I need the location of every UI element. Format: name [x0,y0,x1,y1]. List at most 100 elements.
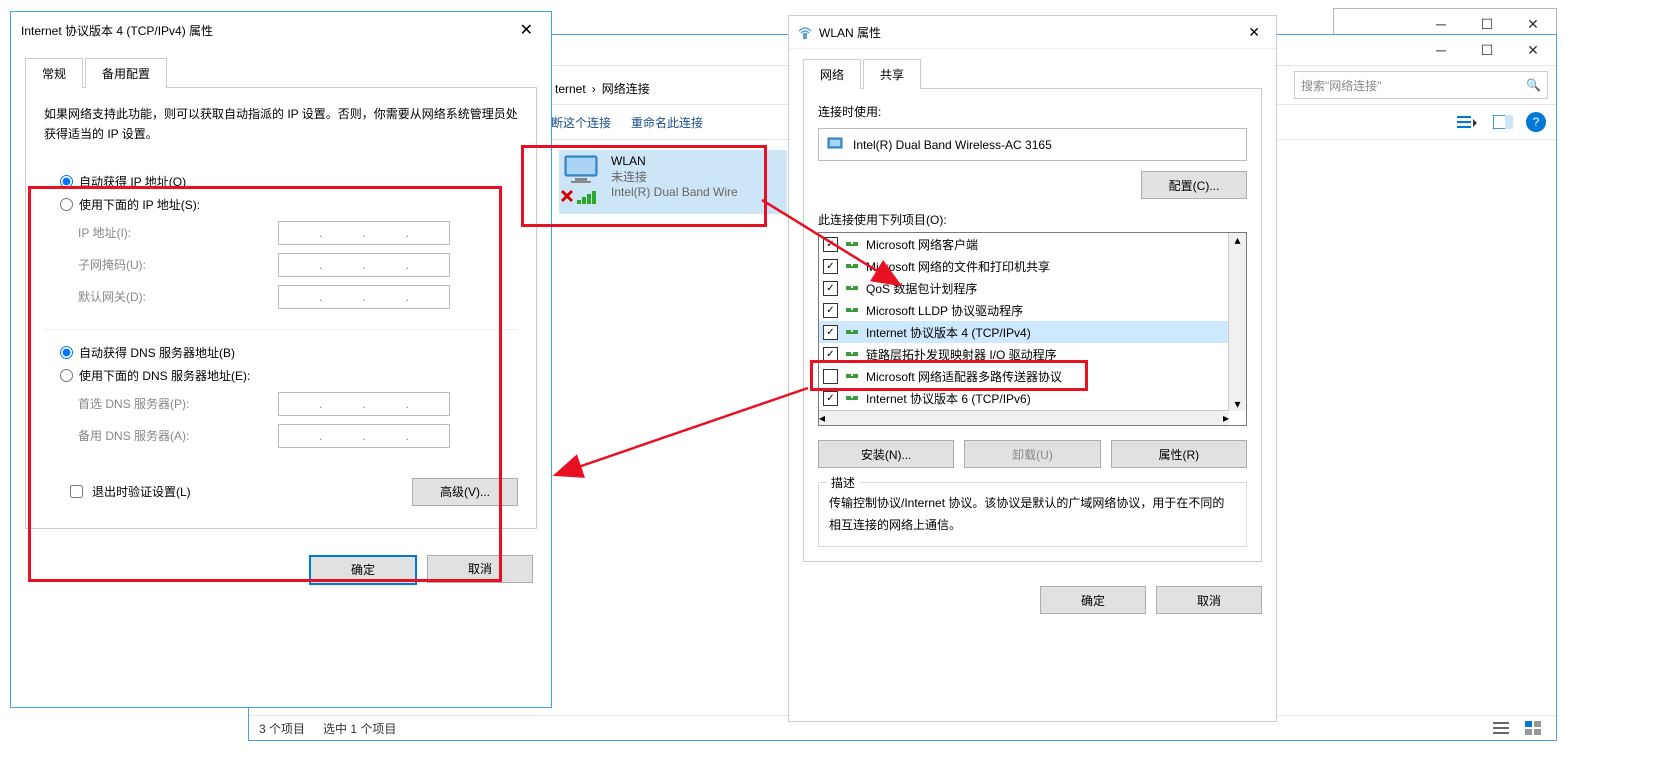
ipv4-cancel-button[interactable]: 取消 [427,555,533,583]
protocol-item[interactable]: Microsoft 网络适配器多路传送器协议 [819,365,1229,387]
ipv4-description: 如果网络支持此功能，则可以获取自动指派的 IP 设置。否则，你需要从网络系统管理… [44,104,518,145]
protocol-item[interactable]: ✓Microsoft 网络的文件和打印机共享 [819,255,1229,277]
explorer-minimize[interactable]: ─ [1418,36,1464,64]
tab-alternate[interactable]: 备用配置 [85,58,167,88]
items-label: 此连接使用下列项目(O): [818,211,1247,228]
ipv4-tabs: 常规 备用配置 [25,58,537,88]
breadcrumb-part2[interactable]: 网络连接 [602,80,650,97]
ip-address-input: ... [278,221,450,245]
gateway-label: 默认网关(D): [78,288,278,305]
protocol-checkbox[interactable]: ✓ [823,259,838,274]
radio-manual-ip-input[interactable] [60,198,73,211]
ip-address-label: IP 地址(I): [78,224,278,241]
protocol-icon [844,368,860,384]
radio-manual-dns[interactable]: 使用下面的 DNS 服务器地址(E): [60,367,512,384]
wlanp-close-button[interactable]: ✕ [1240,20,1268,45]
protocol-checkbox[interactable]: ✓ [823,325,838,340]
breadcrumb[interactable]: ternet › 网络连接 [555,80,650,97]
protocol-list[interactable]: ✓Microsoft 网络客户端✓Microsoft 网络的文件和打印机共享✓Q… [818,232,1247,426]
protocol-icon [844,236,860,252]
vertical-scrollbar[interactable]: ▴ ▾ [1228,233,1246,411]
protocol-icon [844,346,860,362]
chevron-right-icon: › [592,82,596,96]
view-menu-icon[interactable] [1454,112,1480,132]
search-icon[interactable]: 🔍 [1526,78,1541,92]
adapter-box: Intel(R) Dual Band Wireless-AC 3165 [818,128,1247,161]
scroll-down-icon[interactable]: ▾ [1234,397,1240,411]
dns2-input: ... [278,424,450,448]
explorer-maximize[interactable]: ☐ [1464,36,1510,64]
advanced-button[interactable]: 高级(V)... [412,478,518,506]
dns1-label: 首选 DNS 服务器(P): [78,395,278,412]
ip-group: 自动获得 IP 地址(O) 使用下面的 IP 地址(S): IP 地址(I): … [44,159,518,330]
radio-auto-ip[interactable]: 自动获得 IP 地址(O) [60,173,512,190]
protocol-checkbox[interactable]: ✓ [823,303,838,318]
ipv4-close-button[interactable]: ✕ [512,16,541,44]
wlan-properties-dialog: WLAN 属性 ✕ 网络 共享 连接时使用: Intel(R) Dual Ban… [788,15,1277,722]
protocol-item[interactable]: ✓Microsoft LLDP 协议驱动程序 [819,299,1229,321]
protocol-checkbox[interactable]: ✓ [823,281,838,296]
protocol-item[interactable]: ✓ Internet 协议版本 4 (TCP/IPv4) [819,321,1229,343]
validate-checkbox-row[interactable]: 退出时验证设置(L) [66,482,191,501]
description-text: 传输控制协议/Internet 协议。该协议是默认的广域网络协议，用于在不同的相… [829,493,1236,536]
breadcrumb-part1: ternet [555,82,586,96]
dns1-input: ... [278,392,450,416]
description-group: 描述 传输控制协议/Internet 协议。该协议是默认的广域网络协议，用于在不… [818,482,1247,547]
wlan-adapter-icon [563,154,603,202]
protocol-icon [844,258,860,274]
wlanp-tabs: 网络 共享 [803,59,1262,89]
explorer-close[interactable]: ✕ [1510,36,1556,64]
protocol-checkbox[interactable]: ✓ [823,391,838,406]
protocol-icon [844,302,860,318]
scroll-up-icon[interactable]: ▴ [1234,233,1240,247]
protocol-item[interactable]: ✓ Microsoft 网络客户端 [819,233,1229,255]
radio-auto-dns-input[interactable] [60,346,73,359]
protocol-label: 链路层拓扑发现映射器 I/O 驱动程序 [866,346,1057,363]
network-card-icon [827,135,845,154]
protocol-checkbox[interactable]: ✓ [823,237,838,252]
protocol-item[interactable]: ✓ 链路层拓扑发现映射器 I/O 驱动程序 [819,343,1229,365]
wlan-adapter-item[interactable]: WLAN 未连接 Intel(R) Dual Band Wire [559,150,787,214]
search-input[interactable]: 搜索"网络连接" 🔍 [1294,71,1548,99]
dns2-label: 备用 DNS 服务器(A): [78,427,278,444]
protocol-checkbox[interactable]: ✓ [823,347,838,362]
ipv4-properties-dialog: Internet 协议版本 4 (TCP/IPv4) 属性 ✕ 常规 备用配置 … [10,11,552,708]
wlanp-ok-button[interactable]: 确定 [1040,586,1146,614]
wlanp-cancel-button[interactable]: 取消 [1156,586,1262,614]
radio-manual-dns-input[interactable] [60,369,73,382]
wlan-name: WLAN [611,154,738,168]
configure-button[interactable]: 配置(C)... [1141,171,1247,199]
preview-pane-icon[interactable] [1490,112,1516,132]
validate-checkbox[interactable] [70,485,83,498]
tab-sharing[interactable]: 共享 [863,59,921,89]
radio-auto-ip-input[interactable] [60,175,73,188]
dns-group: 自动获得 DNS 服务器地址(B) 使用下面的 DNS 服务器地址(E): 首选… [44,330,518,468]
protocol-label: QoS 数据包计划程序 [866,280,977,297]
wlanp-titlebar: WLAN 属性 ✕ [789,16,1276,49]
ipv4-title-text: Internet 协议版本 4 (TCP/IPv4) 属性 [21,22,213,39]
adapter-name: Intel(R) Dual Band Wireless-AC 3165 [853,138,1052,152]
scroll-left-icon[interactable]: ◂ [819,411,825,425]
connect-using-label: 连接时使用: [818,103,1247,120]
toolbar-rename[interactable]: 重命名此连接 [631,114,703,131]
protocol-checkbox[interactable] [823,369,838,384]
properties-button[interactable]: 属性(R) [1111,440,1247,468]
radio-manual-ip[interactable]: 使用下面的 IP 地址(S): [60,196,512,213]
ipv4-ok-button[interactable]: 确定 [309,555,417,585]
install-button[interactable]: 安装(N)... [818,440,954,468]
scroll-right-icon[interactable]: ▸ [1223,411,1229,425]
help-icon[interactable]: ? [1526,112,1546,132]
protocol-label: Microsoft 网络客户端 [866,236,978,253]
protocol-item[interactable]: ✓ QoS 数据包计划程序 [819,277,1229,299]
protocol-label: Microsoft 网络适配器多路传送器协议 [866,368,1062,385]
horizontal-scrollbar[interactable]: ◂ ▸ [819,410,1229,425]
protocol-item[interactable]: ✓ Internet 协议版本 6 (TCP/IPv6) [819,387,1229,409]
tab-network[interactable]: 网络 [803,59,861,89]
wlan-text: WLAN 未连接 Intel(R) Dual Band Wire [611,154,738,210]
protocol-label: Internet 协议版本 6 (TCP/IPv6) [866,390,1031,407]
radio-auto-dns[interactable]: 自动获得 DNS 服务器地址(B) [60,344,512,361]
protocol-label: Internet 协议版本 4 (TCP/IPv4) [866,324,1031,341]
details-view-icon[interactable] [1488,718,1514,738]
large-icons-view-icon[interactable] [1520,718,1546,738]
tab-general[interactable]: 常规 [25,58,83,88]
